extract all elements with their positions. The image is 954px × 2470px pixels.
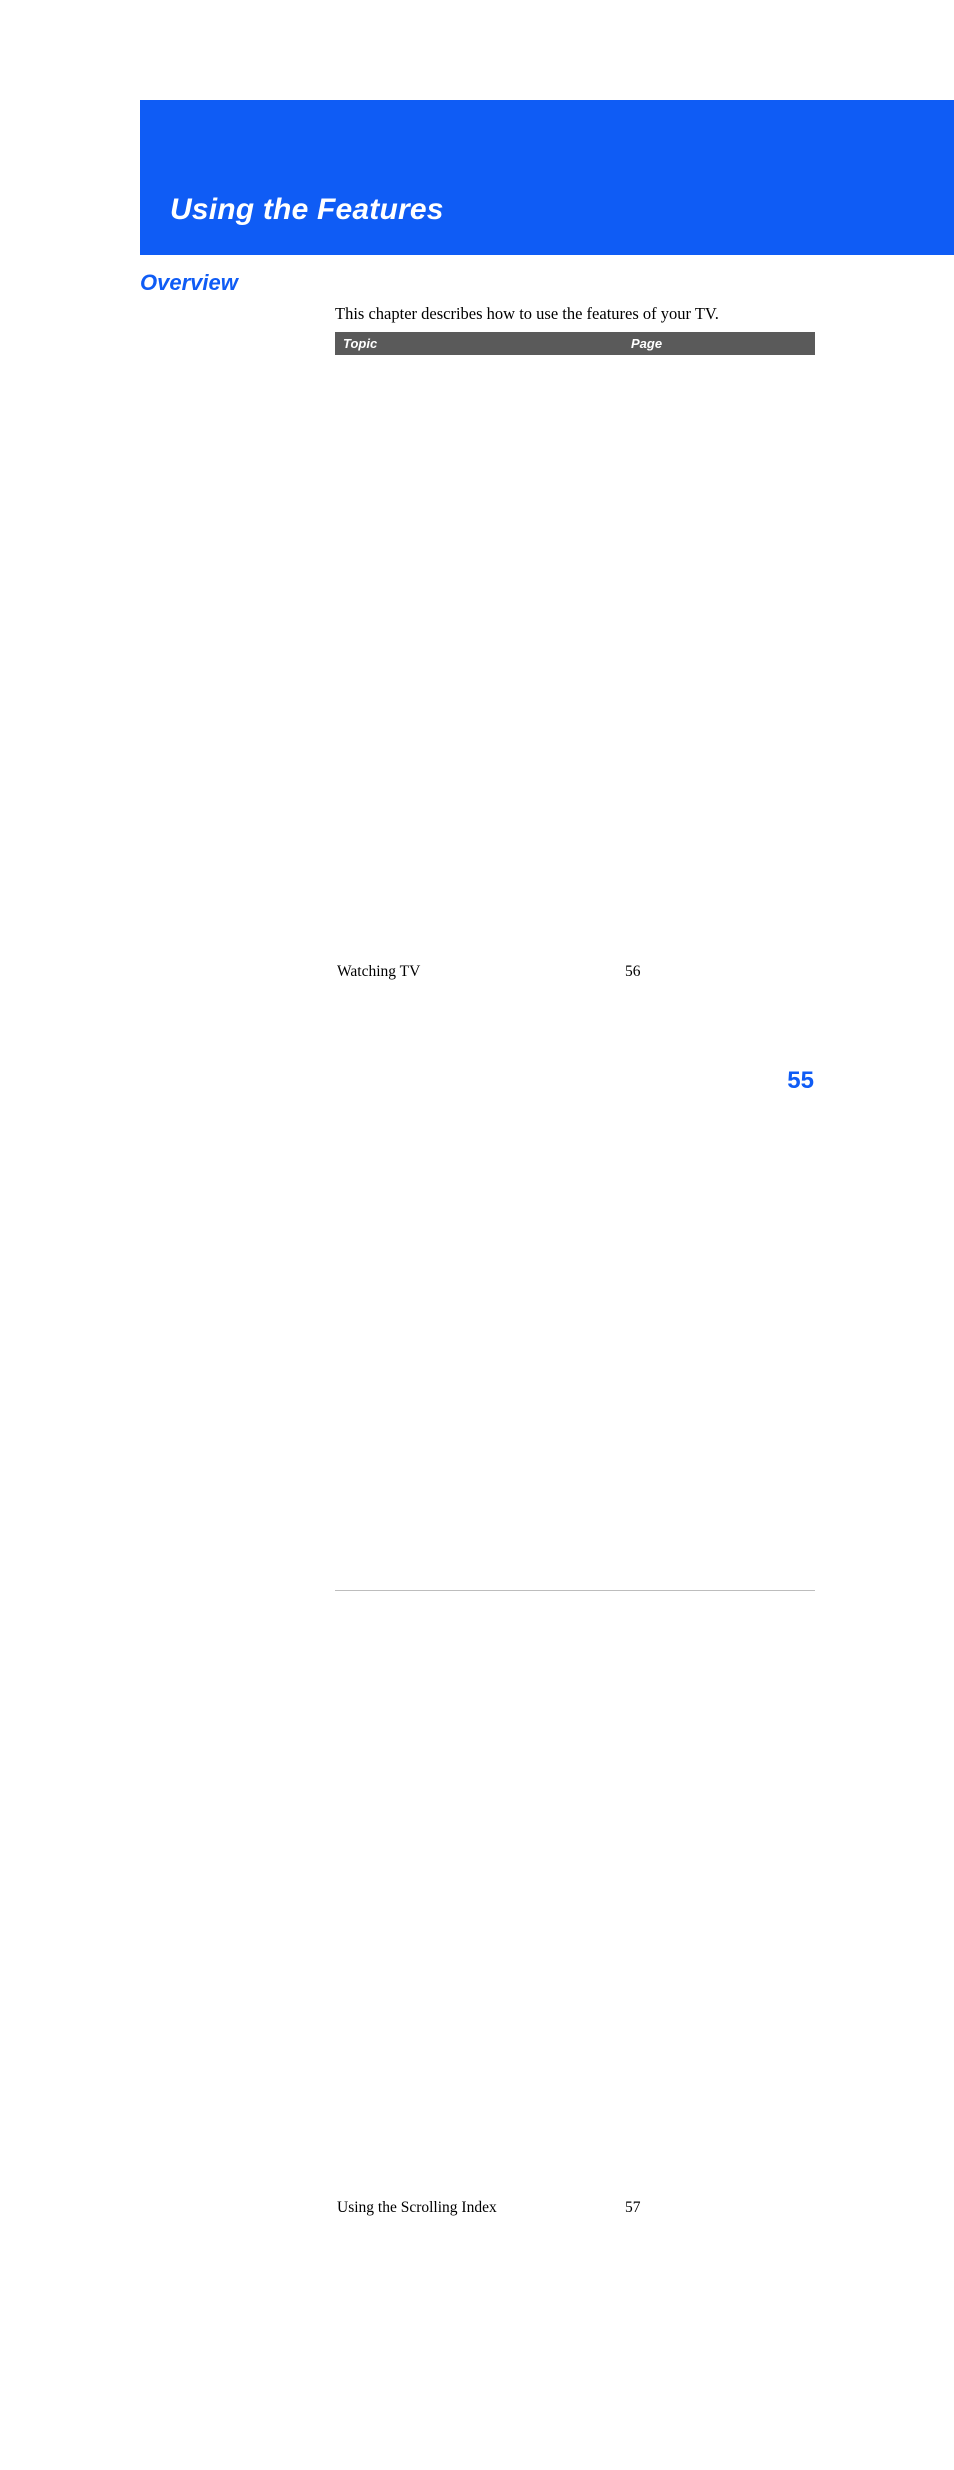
topic-cell: Using the Scrolling Index (335, 1590, 623, 2470)
table-row: Using the Scrolling Index 57 (335, 1590, 815, 2470)
section-title: Overview (140, 270, 238, 296)
page-number: 55 (787, 1067, 814, 1095)
header-topic: Topic (335, 332, 623, 355)
topics-table: Topic Page Watching TV 56 Using the Scro… (335, 332, 815, 2470)
header-page: Page (623, 332, 815, 355)
page-cell: 56 (623, 355, 815, 1590)
table-header-row: Topic Page (335, 332, 815, 355)
document-page: Using the Features Overview This chapter… (0, 0, 954, 1235)
chapter-title: Using the Features (170, 193, 444, 227)
table-row: Watching TV 56 (335, 355, 815, 1590)
intro-paragraph: This chapter describes how to use the fe… (335, 303, 815, 325)
topic-cell: Watching TV (335, 355, 623, 1590)
chapter-banner: Using the Features (140, 100, 954, 255)
page-cell: 57 (623, 1590, 815, 2470)
